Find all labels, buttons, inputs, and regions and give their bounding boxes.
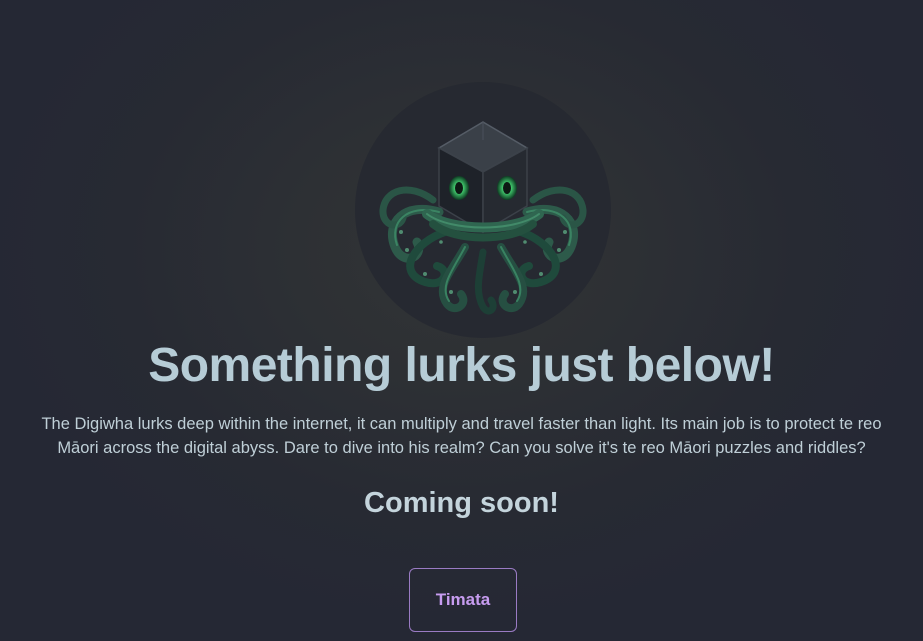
description-text: The Digiwha lurks deep within the intern…: [41, 415, 882, 457]
landing-page: Something lurks just below! The Digiwha …: [0, 0, 923, 641]
page-title: Something lurks just below!: [148, 339, 775, 392]
digiwha-logo: [355, 82, 611, 338]
coming-soon-text: Coming soon!: [364, 487, 559, 519]
timata-button[interactable]: Timata: [409, 568, 517, 632]
cube-octopus-icon: [379, 121, 587, 315]
